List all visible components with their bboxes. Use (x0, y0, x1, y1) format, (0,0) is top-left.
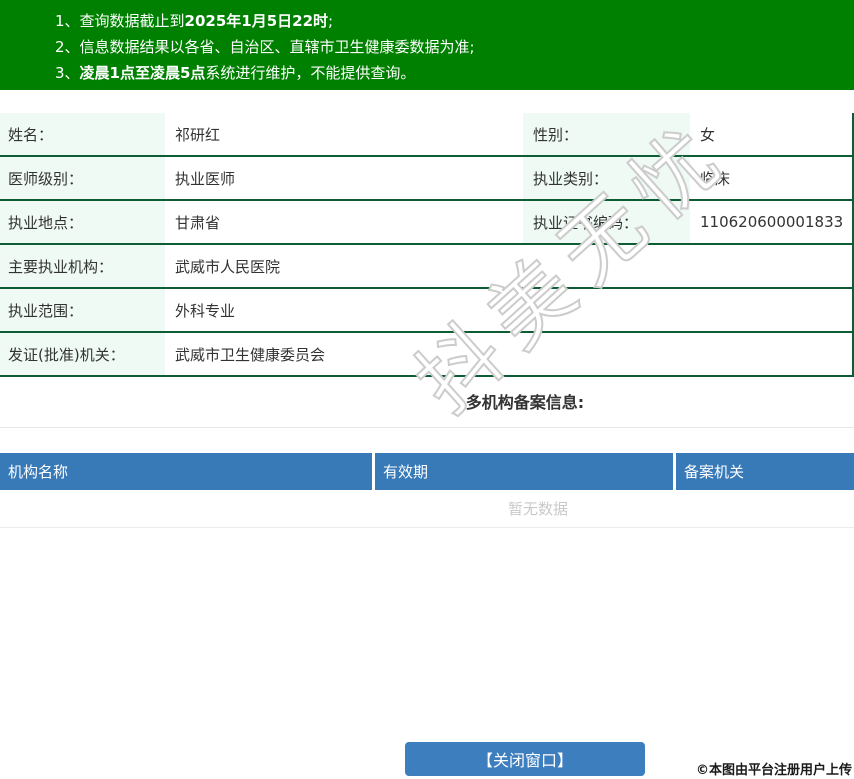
practice-category-value: 临床 (700, 169, 731, 188)
table-row: 执业范围： 外科专业 (0, 289, 852, 333)
no-data-message: 暂无数据 (0, 490, 854, 528)
notice-text: 系统进行维护，不能提供查询。 (205, 64, 416, 82)
divider (0, 427, 854, 428)
gender-label: 性别： (523, 113, 690, 155)
notice-line-1: 1、查询数据截止到2025年1月5日22时; (55, 8, 854, 34)
main-institution-label: 主要执业机构： (0, 245, 165, 287)
table-row: 发证(批准)机关： 武威市卫生健康委员会 (0, 333, 852, 377)
name-value: 祁研红 (175, 125, 221, 144)
notice-line-3: 3、凌晨1点至凌晨5点系统进行维护，不能提供查询。 (55, 60, 854, 86)
table-row: 姓名： 祁研红 性别： 女 (0, 113, 852, 157)
close-window-button[interactable]: 【关闭窗口】 (405, 742, 645, 776)
table-row: 执业地点： 甘肃省 执业证书编码： 110620600001833 (0, 201, 852, 245)
column-header-filing-authority: 备案机关 (676, 453, 854, 490)
filing-table-header: 机构名称 有效期 备案机关 (0, 453, 854, 490)
main-institution-value: 武威市人民医院 (175, 257, 281, 276)
notice-text: 3、 (55, 64, 80, 82)
notice-bold-text: 2025年1月5日22时 (184, 12, 329, 30)
license-info-table: 姓名： 祁研红 性别： 女 医师级别： 执业医师 执业类别： 临床 执业地点： … (0, 113, 854, 377)
upload-stamp-text: ©本图由平台注册用户上传 (695, 763, 852, 778)
practice-category-label: 执业类别： (523, 157, 690, 199)
table-row: 主要执业机构： 武威市人民医院 (0, 245, 852, 289)
multi-institution-section-title: 多机构备案信息: (465, 393, 585, 412)
certificate-number-label: 执业证书编码： (523, 201, 690, 243)
column-header-validity-period: 有效期 (375, 453, 673, 490)
notice-text: 1、查询数据截止到 (55, 12, 185, 30)
gender-value: 女 (700, 125, 716, 144)
name-label: 姓名： (0, 113, 165, 155)
doctor-level-label: 医师级别： (0, 157, 165, 199)
doctor-level-value: 执业医师 (175, 169, 236, 188)
notice-line-2: 2、信息数据结果以各省、自治区、直辖市卫生健康委数据为准; (55, 34, 854, 60)
issuing-authority-label: 发证(批准)机关： (0, 333, 165, 375)
practice-scope-label: 执业范围： (0, 289, 165, 331)
notice-text: ; (328, 12, 334, 30)
certificate-number-value: 110620600001833 (700, 213, 844, 231)
notice-bold-text: 凌晨1点至凌晨5点 (79, 64, 206, 82)
table-row: 医师级别： 执业医师 执业类别： 临床 (0, 157, 852, 201)
notice-text: 2、信息数据结果以各省、自治区、直辖市卫生健康委数据为准; (55, 38, 475, 56)
practice-location-value: 甘肃省 (175, 213, 221, 232)
notice-banner: 1、查询数据截止到2025年1月5日22时; 2、信息数据结果以各省、自治区、直… (0, 0, 854, 90)
practice-scope-value: 外科专业 (175, 301, 236, 320)
issuing-authority-value: 武威市卫生健康委员会 (175, 345, 326, 364)
practice-location-label: 执业地点： (0, 201, 165, 243)
column-header-institution-name: 机构名称 (0, 453, 372, 490)
